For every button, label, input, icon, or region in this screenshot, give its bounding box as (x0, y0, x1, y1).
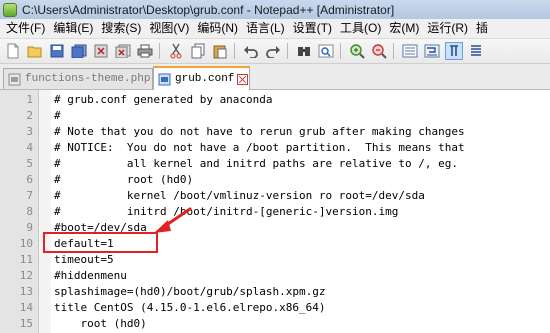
print-icon[interactable] (136, 42, 154, 60)
line-number: 5 (26, 157, 33, 170)
line-number: 10 (19, 237, 33, 250)
copy-icon[interactable] (189, 42, 207, 60)
code-line[interactable]: 13 splashimage=(hd0)/boot/grub/splash.xpm… (0, 284, 550, 300)
code-line[interactable]: 6 # root (hd0) (0, 172, 550, 188)
line-number: 4 (26, 141, 33, 154)
line-number: 7 (26, 189, 33, 202)
line-number: 13 (19, 285, 33, 298)
close-icon[interactable] (92, 42, 110, 60)
line-number: 3 (26, 125, 33, 138)
toolbar-separator (159, 43, 160, 59)
undo-icon[interactable] (242, 42, 260, 60)
tab-label: grub.conf (175, 73, 235, 85)
line-number: 2 (26, 109, 33, 122)
toolbar-separator (234, 43, 235, 59)
line-number: 11 (19, 253, 33, 266)
code-line[interactable]: 15 root (hd0) (0, 316, 550, 332)
line-text: # kernel /boot/vmlinuz-version ro root=/… (54, 189, 425, 202)
line-text: # grub.conf generated by anaconda (54, 93, 273, 106)
redo-icon[interactable] (264, 42, 282, 60)
notepad-plus-plus-app-icon[interactable] (3, 2, 17, 17)
find-icon[interactable] (295, 42, 313, 60)
open-file-icon[interactable] (26, 42, 44, 60)
line-text: splashimage=(hd0)/boot/grub/splash.xpm.g… (54, 285, 326, 298)
toolbar (0, 39, 550, 64)
line-text: timeout=5 (54, 253, 114, 266)
tab-functions-theme-php[interactable]: functions-theme.php (3, 68, 165, 89)
tab-grub-conf[interactable]: grub.conf (153, 66, 250, 90)
line-number: 14 (19, 301, 33, 314)
new-file-icon[interactable] (4, 42, 22, 60)
menu-settings[interactable]: 设置(T) (289, 19, 336, 38)
line-text: # Note that you do not have to rerun gru… (54, 125, 465, 138)
menu-tools[interactable]: 工具(O) (336, 19, 385, 38)
line-number: 15 (19, 317, 33, 330)
menu-edit[interactable]: 编辑(E) (49, 19, 97, 38)
tab-label: functions-theme.php (25, 73, 151, 85)
code-line[interactable]: 14 title CentOS (4.15.0-1.el6.elrepo.x86_… (0, 300, 550, 316)
line-text: root (hd0) (54, 317, 147, 330)
code-line[interactable]: 7 # kernel /boot/vmlinuz-version ro root=… (0, 188, 550, 204)
code-line[interactable]: 4 # NOTICE: You do not have a /boot parti… (0, 140, 550, 156)
close-all-icon[interactable] (114, 42, 132, 60)
menu-encoding[interactable]: 编码(N) (193, 19, 242, 38)
code-line[interactable]: 11 timeout=5 (0, 252, 550, 268)
menu-view[interactable]: 视图(V) (145, 19, 193, 38)
toolbar-separator (340, 43, 341, 59)
line-text: # (54, 109, 61, 122)
save-all-icon[interactable] (70, 42, 88, 60)
line-text: # initrd /boot/initrd-[generic-]version.… (54, 205, 399, 218)
menu-run[interactable]: 运行(R) (423, 19, 472, 38)
save-icon[interactable] (48, 42, 66, 60)
word-wrap-icon[interactable] (423, 42, 441, 60)
code-line[interactable]: 2 # (0, 108, 550, 124)
paste-icon[interactable] (211, 42, 229, 60)
tab-close-icon[interactable] (237, 73, 249, 85)
document-icon (158, 73, 171, 85)
title-bar: C:\Users\Administrator\Desktop\grub.conf… (0, 0, 550, 19)
menu-plugins[interactable]: 插 (472, 19, 492, 38)
line-number: 8 (26, 205, 33, 218)
line-number: 9 (26, 221, 33, 234)
annotation-arrow (154, 207, 192, 233)
code-area[interactable]: 1 # grub.conf generated by anaconda 2 #3 # N… (0, 92, 550, 332)
toolbar-separator (287, 43, 288, 59)
line-number: 6 (26, 173, 33, 186)
indent-guide-icon[interactable] (467, 42, 485, 60)
toolbar-separator (393, 43, 394, 59)
cut-icon[interactable] (167, 42, 185, 60)
code-line[interactable]: 12 #hiddenmenu (0, 268, 550, 284)
line-text: # NOTICE: You do not have a /boot partit… (54, 141, 465, 154)
document-icon (8, 73, 21, 85)
line-number: 12 (19, 269, 33, 282)
code-line[interactable]: 1 # grub.conf generated by anaconda (0, 92, 550, 108)
zoom-out-icon[interactable] (370, 42, 388, 60)
line-text: # all kernel and initrd paths are relati… (54, 157, 458, 170)
menu-bar: 文件(F) 编辑(E) 搜索(S) 视图(V) 编码(N) 语言(L) 设置(T) 工具(O)… (0, 19, 550, 39)
line-number: 1 (26, 93, 33, 106)
line-text: title CentOS (4.15.0-1.el6.elrepo.x86_64… (54, 301, 326, 314)
menu-macro[interactable]: 宏(M) (385, 19, 423, 38)
code-line[interactable]: 8 # initrd /boot/initrd-[generic-]version… (0, 204, 550, 220)
sync-scroll-icon[interactable] (401, 42, 419, 60)
document-tab-bar: functions-theme.php grub.conf (0, 64, 550, 90)
menu-search[interactable]: 搜索(S) (97, 19, 145, 38)
annotation-highlight-box (43, 232, 158, 253)
zoom-in-icon[interactable] (348, 42, 366, 60)
menu-language[interactable]: 语言(L) (242, 19, 289, 38)
line-text: #hiddenmenu (54, 269, 127, 282)
window-title: C:\Users\Administrator\Desktop\grub.conf… (22, 2, 395, 17)
code-line[interactable]: 5 # all kernel and initrd paths are relat… (0, 156, 550, 172)
menu-file[interactable]: 文件(F) (0, 19, 49, 38)
replace-icon[interactable] (317, 42, 335, 60)
show-all-characters-icon[interactable] (445, 42, 463, 60)
editor[interactable]: 1 # grub.conf generated by anaconda 2 #3 # N… (0, 90, 550, 333)
code-line[interactable]: 3 # Note that you do not have to rerun gr… (0, 124, 550, 140)
line-text: # root (hd0) (54, 173, 194, 186)
